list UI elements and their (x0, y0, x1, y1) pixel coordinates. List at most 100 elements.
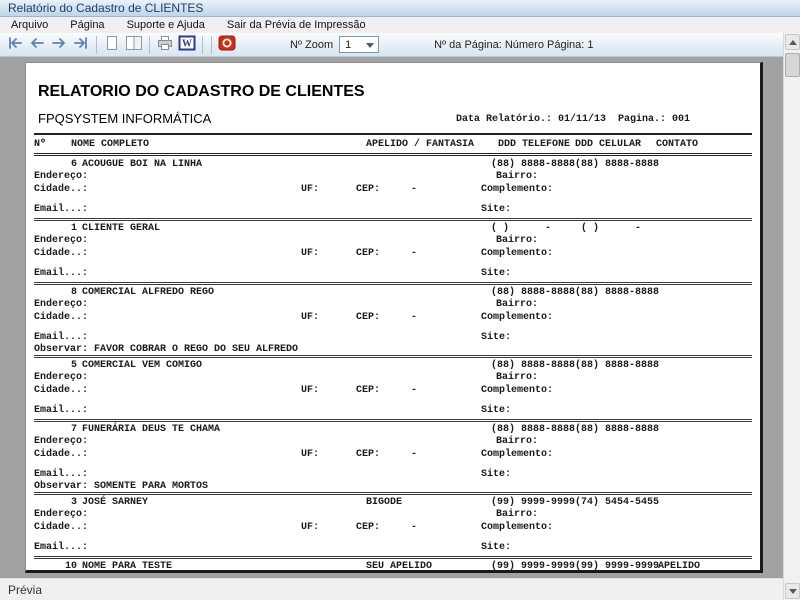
record-observar: SOMENTE PARA MORTOS (94, 481, 209, 492)
record-phones: (88) 8888-8888(88) 8888-8888 (491, 424, 660, 435)
facing-pages-view-button[interactable] (123, 35, 145, 55)
menu-pagina[interactable]: Página (59, 17, 115, 33)
record-number: 8 (70, 287, 77, 298)
report-preview-window: Relatório do Cadastro de CLIENTES Arquiv… (0, 0, 800, 600)
field-label-site: Site: (481, 405, 512, 416)
field-label-observar: Observar: (34, 344, 89, 355)
record-number: 7 (70, 424, 77, 435)
field-label-complemento: Complemento: (481, 522, 554, 533)
field-label-email: Email...: (34, 332, 89, 343)
printer-icon (155, 35, 175, 54)
report-title: RELATORIO DO CADASTRO DE CLIENTES (38, 83, 365, 100)
field-label-endereco: Endereço: (34, 235, 89, 246)
field-label-complemento: Complemento: (481, 449, 554, 460)
record-number: 5 (70, 360, 77, 371)
menu-suporte-e-ajuda[interactable]: Suporte e Ajuda (116, 17, 216, 33)
field-label-site: Site: (481, 542, 512, 553)
next-page-icon (49, 36, 69, 53)
record-phones: (99) 9999-9999(99) 9999-9999 (491, 561, 660, 572)
field-label-email: Email...: (34, 405, 89, 416)
record-observar: FAVOR COBRAR O REGO DO SEU ALFREDO (94, 344, 299, 355)
client-record: 10 NOME PARA TESTE SEU APELIDO (99) 9999… (26, 559, 760, 572)
client-record: 3 JOSÉ SARNEY BIGODE (99) 9999-9999(74) … (26, 495, 760, 559)
chevron-down-icon (366, 43, 375, 48)
field-label-observar: Observar: (34, 481, 89, 492)
record-phones: ( ) - ( ) - (491, 223, 642, 234)
scroll-up-button[interactable] (785, 34, 800, 50)
toolbar: W Nº Zoom 1 Nº da Página: Número Página:… (0, 33, 800, 57)
vertical-scrollbar[interactable] (783, 33, 800, 600)
field-label-uf: UF: (301, 248, 320, 259)
field-label-email: Email...: (34, 268, 89, 279)
toolbar-separator (149, 35, 150, 54)
field-label-endereco: Endereço: (34, 372, 89, 383)
record-number: 3 (70, 497, 77, 508)
window-titlebar: Relatório do Cadastro de CLIENTES (0, 0, 800, 17)
print-button[interactable] (154, 35, 176, 55)
report-records: 6 ACOUGUE BOI NA LINHA (88) 8888-8888(88… (26, 157, 760, 572)
record-phones: (88) 8888-8888(88) 8888-8888 (491, 159, 660, 170)
column-header-row: Nº NOME COMPLETO APELIDO / FANTASIA DDD … (26, 139, 760, 151)
toolbar-separator (96, 35, 97, 54)
export-word-button[interactable]: W (176, 35, 198, 55)
column-num: Nº (34, 139, 47, 150)
field-label-cep: CEP: (356, 184, 381, 195)
client-record: 5 COMERCIAL VEM COMIGO (88) 8888-8888(88… (26, 358, 760, 422)
field-label-cep: CEP: (356, 248, 381, 259)
exit-preview-button[interactable] (216, 35, 238, 55)
page-info-label: Nº da Página: Número Página: 1 (434, 38, 594, 51)
record-apelido: SEU APELIDO (366, 561, 433, 572)
toolbar-separator (211, 35, 212, 54)
record-name: CLIENTE GERAL (82, 223, 161, 234)
scroll-down-icon (788, 588, 797, 594)
field-label-uf: UF: (301, 522, 320, 533)
previous-page-button[interactable] (26, 35, 48, 55)
single-page-icon (102, 35, 122, 54)
menu-sair-da-previa[interactable]: Sair da Prévia de Impressão (216, 17, 377, 33)
field-label-site: Site: (481, 204, 512, 215)
exit-preview-icon (218, 35, 236, 54)
report-company: FPQSYSTEM INFORMÁTICA (38, 111, 212, 126)
facing-pages-icon (124, 35, 144, 54)
zoom-select[interactable]: 1 (339, 36, 380, 53)
field-label-uf: UF: (301, 184, 320, 195)
field-label-bairro: Bairro: (496, 171, 539, 182)
field-label-uf: UF: (301, 385, 320, 396)
menu-arquivo[interactable]: Arquivo (0, 17, 59, 33)
field-label-dash: - (411, 312, 418, 323)
report-page: RELATORIO DO CADASTRO DE CLIENTES FPQSYS… (25, 62, 763, 573)
record-number: 6 (70, 159, 77, 170)
field-label-cidade: Cidade..: (34, 248, 89, 259)
toolbar-separator (202, 35, 203, 54)
field-label-site: Site: (481, 469, 512, 480)
zoom-value: 1 (345, 38, 352, 51)
field-label-complemento: Complemento: (481, 312, 554, 323)
svg-text:W: W (182, 39, 192, 50)
scrollbar-thumb[interactable] (785, 53, 800, 77)
client-record: 1 CLIENTE GERAL ( ) - ( ) - Endereço: Ba… (26, 221, 760, 285)
last-page-icon (71, 36, 91, 53)
field-label-cep: CEP: (356, 449, 381, 460)
field-label-bairro: Bairro: (496, 436, 539, 447)
column-apelido-fantasia: APELIDO / FANTASIA (366, 139, 475, 150)
field-label-endereco: Endereço: (34, 436, 89, 447)
client-record: 6 ACOUGUE BOI NA LINHA (88) 8888-8888(88… (26, 157, 760, 221)
column-header-rule (34, 153, 752, 156)
preview-area: RELATORIO DO CADASTRO DE CLIENTES FPQSYS… (0, 57, 783, 578)
field-label-cidade: Cidade..: (34, 522, 89, 533)
column-ddd-telefone: DDD TELEFONE (498, 139, 571, 150)
column-ddd-celular: DDD CELULAR (575, 139, 642, 150)
field-label-cep: CEP: (356, 522, 381, 533)
window-title: Relatório do Cadastro de CLIENTES (8, 1, 204, 15)
field-label-dash: - (411, 449, 418, 460)
field-label-bairro: Bairro: (496, 509, 539, 520)
record-name: COMERCIAL ALFREDO REGO (82, 287, 215, 298)
field-label-endereco: Endereço: (34, 299, 89, 310)
first-page-button[interactable] (4, 35, 26, 55)
single-page-view-button[interactable] (101, 35, 123, 55)
scroll-down-button[interactable] (785, 583, 800, 599)
record-name: ACOUGUE BOI NA LINHA (82, 159, 203, 170)
next-page-button[interactable] (48, 35, 70, 55)
record-name: FUNERÁRIA DEUS TE CHAMA (82, 424, 221, 435)
last-page-button[interactable] (70, 35, 92, 55)
